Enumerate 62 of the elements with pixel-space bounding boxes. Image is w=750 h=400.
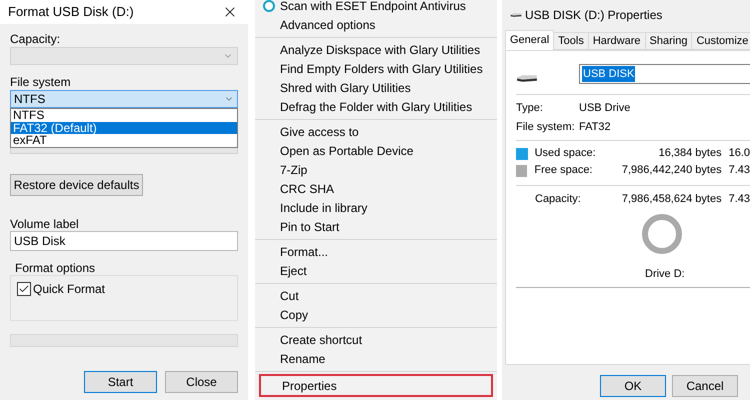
drive-icon [516,74,538,82]
tab[interactable]: Customize [691,32,750,50]
drive-name-field[interactable]: USB DISK [579,64,750,84]
ok-button[interactable]: OK [600,375,666,397]
menu-item[interactable]: Rename [255,349,497,368]
menu-item[interactable]: Give access to [255,122,497,141]
info-label: File system: [516,120,576,136]
tab[interactable]: Tools [553,32,589,50]
volume-label-field[interactable]: USB Disk [10,231,238,251]
space-label: Used space: [534,146,597,162]
dropdown-option[interactable]: FAT32 (Default) [11,122,237,134]
drive-icon [510,12,522,18]
window-title: USB DISK (D:) Properties [525,7,662,24]
info-label: Type: [516,101,544,116]
menu-item[interactable]: Advanced options [255,15,497,34]
check-icon [18,283,30,295]
menu-item[interactable]: Format... [255,242,497,261]
dropdown-option[interactable]: exFAT [11,134,237,146]
selected-text: USB DISK [582,66,636,82]
menu-item[interactable]: Cut [255,286,497,305]
menu-item[interactable]: Find Empty Folders with Glary Utilities [255,59,497,78]
checkbox[interactable] [17,282,31,296]
menu-item[interactable]: Defrag the Folder with Glary Utilities [255,97,497,116]
menu-item[interactable]: Include in library [255,198,497,217]
menu-item[interactable]: 7-Zip [255,160,497,179]
close-button[interactable]: Close [165,371,238,393]
menu-item[interactable]: Eject [255,261,497,280]
field-label: Capacity: [10,31,60,46]
start-button[interactable]: Start [84,371,157,393]
menu-item[interactable]: Pin to Start [255,217,497,236]
space-size: 16.0 [728,146,750,162]
space-bytes: 7,986,442,240 bytes [622,163,722,178]
capacity-label: Capacity: [535,192,582,208]
space-size: 7.43 [728,163,750,178]
cancel-button[interactable]: Cancel [672,375,738,397]
capacity-bytes: 7,986,458,624 bytes [622,192,722,208]
tab[interactable]: Hardware [588,32,646,50]
restore-defaults-button[interactable]: Restore device defaults [10,174,143,196]
group-title: Format options [15,261,96,275]
tab[interactable]: Sharing [644,32,692,50]
window-title: Format USB Disk (D:) [8,3,134,22]
menu-item[interactable]: Create shortcut [255,330,497,349]
tab[interactable]: General [505,30,554,50]
dropdown-option[interactable]: NTFS [11,109,237,122]
checkbox-label: Quick Format [33,281,106,298]
menu-item[interactable]: Analyze Diskspace with Glary Utilities [255,40,497,59]
menu-item[interactable]: Scan with ESET Endpoint Antivirus [255,0,497,15]
space-bytes: 16,384 bytes [658,146,722,162]
file-system-dropdown[interactable]: NTFS [10,90,238,108]
field-label: File system [10,74,71,89]
drive-caption: Drive D: [645,267,685,282]
menu-item[interactable]: Shred with Glary Utilities [255,78,497,97]
menu-item[interactable]: Copy [255,305,497,324]
info-value: USB Drive [579,101,630,116]
info-value: FAT32 [579,120,611,136]
menu-item[interactable]: Properties [259,374,493,397]
space-label: Free space: [534,163,594,178]
donut-drawing [640,212,684,256]
menu-item[interactable]: CRC SHA [255,179,497,198]
capacity-size: 7.43 [728,192,750,208]
menu-item[interactable]: Open as Portable Device [255,141,497,160]
field-label: Volume label [10,216,79,231]
